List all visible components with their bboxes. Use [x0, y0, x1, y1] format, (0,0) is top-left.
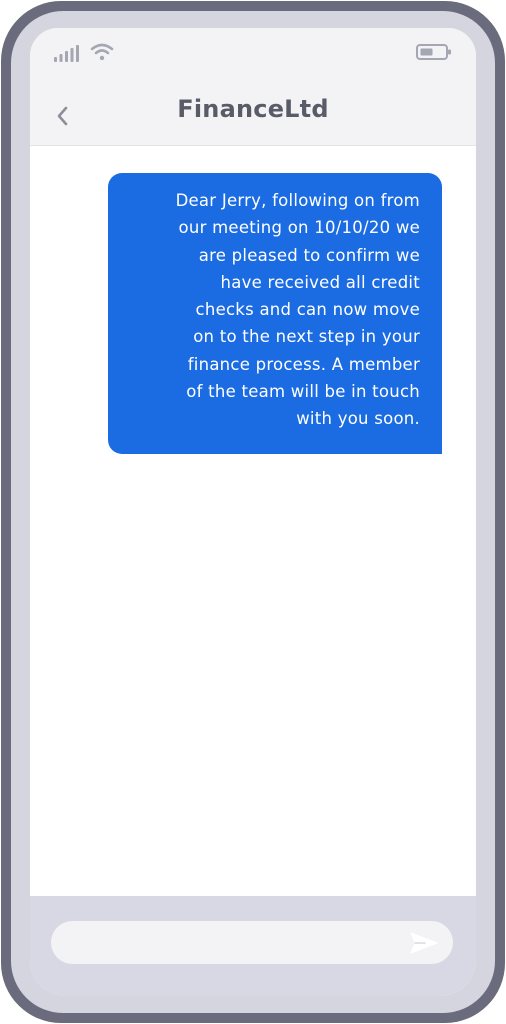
phone-screen: FinanceLtd Dear Jerry, following on from…	[30, 28, 476, 996]
status-bar	[30, 28, 476, 88]
page-title: FinanceLtd	[177, 95, 329, 123]
message-input[interactable]	[51, 921, 453, 964]
send-icon	[410, 932, 438, 954]
composer-bar	[30, 896, 476, 996]
wifi-icon	[90, 43, 114, 61]
message-text: Dear Jerry, following on from our meetin…	[175, 191, 420, 429]
send-button[interactable]	[406, 925, 442, 961]
nav-bar: FinanceLtd	[30, 88, 476, 146]
outgoing-message-bubble: Dear Jerry, following on from our meetin…	[108, 173, 442, 454]
battery-icon	[416, 44, 451, 60]
chat-area[interactable]: Dear Jerry, following on from our meetin…	[30, 146, 476, 896]
signal-icon	[54, 45, 79, 62]
